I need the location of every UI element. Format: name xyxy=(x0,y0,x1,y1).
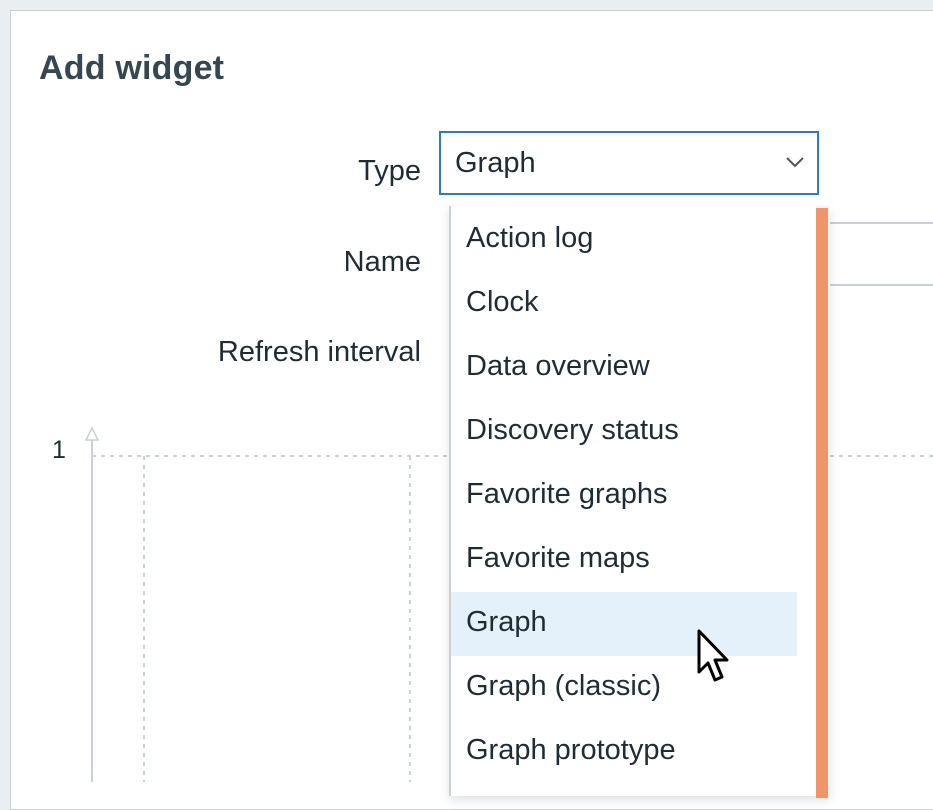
type-option-graph-classic[interactable]: Graph (classic) xyxy=(451,656,797,720)
chevron-down-icon xyxy=(786,157,804,168)
dialog-title: Add widget xyxy=(39,49,225,87)
name-input[interactable] xyxy=(818,222,933,286)
type-option-discovery-status[interactable]: Discovery status xyxy=(451,400,797,464)
type-option-action-log[interactable]: Action log xyxy=(451,208,797,272)
type-option-favorite-graphs[interactable]: Favorite graphs xyxy=(451,464,797,528)
type-option-graph-prototype[interactable]: Graph prototype xyxy=(451,720,797,784)
type-option-clock[interactable]: Clock xyxy=(451,272,797,336)
refresh-interval-label: Refresh interval xyxy=(217,336,421,368)
type-option-graph[interactable]: Graph xyxy=(451,592,797,656)
y-tick-label: 1 xyxy=(52,436,66,464)
type-select-value: Graph xyxy=(455,147,536,179)
type-select[interactable]: Graph xyxy=(439,131,819,195)
name-label: Name xyxy=(343,246,421,278)
type-option-favorite-maps[interactable]: Favorite maps xyxy=(451,528,797,592)
type-dropdown-list[interactable]: Action log Clock Data overview Discovery st… xyxy=(449,206,830,798)
type-option-data-overview[interactable]: Data overview xyxy=(451,336,797,400)
mouse-cursor-icon xyxy=(697,629,729,682)
dropdown-scrollbar[interactable] xyxy=(816,208,828,798)
type-label: Type xyxy=(358,155,421,187)
